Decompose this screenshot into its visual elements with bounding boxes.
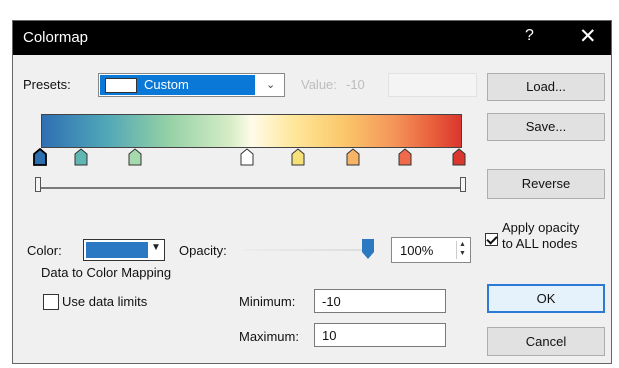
spin-up-icon[interactable]: ▲ [459,241,466,248]
close-icon[interactable]: ✕ [579,24,597,49]
window-title: Colormap [23,29,89,46]
colormap-gradient [41,114,462,148]
apply-opacity-label-line2: to ALL nodes [502,236,578,251]
reverse-button[interactable]: Reverse [487,169,605,199]
maximum-field[interactable]: 10 [314,323,446,347]
preset-swatch [105,78,137,93]
dropdown-arrow-icon: ▼ [151,242,161,253]
value-field [388,73,477,97]
chevron-down-icon[interactable]: ⌄ [266,78,275,91]
range-slider-left-handle[interactable] [35,177,41,192]
opacity-spinner[interactable]: ▲ ▼ [456,241,470,259]
color-node-marker[interactable] [398,148,412,166]
color-node-marker[interactable] [452,148,466,166]
value-text: -10 [346,77,365,92]
opacity-label: Opacity: [179,243,227,258]
minimum-field[interactable]: -10 [314,289,446,313]
apply-opacity-checkbox[interactable] [485,233,498,246]
apply-opacity-label-line1: Apply opacity [502,220,580,235]
opacity-spinbox[interactable]: 100% ▲ ▼ [391,237,471,263]
presets-label: Presets: [23,77,71,92]
color-node-marker[interactable] [240,148,254,166]
ok-button[interactable]: OK [487,284,605,313]
use-data-limits-label: Use data limits [62,294,148,309]
maximum-label: Maximum: [239,329,299,344]
color-label: Color: [27,243,62,258]
spin-down-icon[interactable]: ▼ [459,250,466,257]
value-label: Value: [301,77,337,92]
opacity-value: 100% [400,243,434,258]
load-button[interactable]: Load... [487,73,605,101]
color-node-marker[interactable] [33,148,47,166]
maximum-value: 10 [322,328,337,343]
color-node-marker[interactable] [346,148,360,166]
color-swatch-fill [86,242,148,258]
presets-selected-item: Custom [100,75,255,95]
range-slider-track [39,187,466,189]
opacity-slider-track[interactable] [243,249,373,251]
help-icon[interactable]: ? [525,27,534,45]
color-node-marker[interactable] [74,148,88,166]
colormap-dialog: Colormap ? ✕ Presets: Custom ⌄ Value: -1… [12,20,612,364]
title-bar: Colormap ? ✕ [13,21,611,55]
save-button[interactable]: Save... [487,113,605,141]
presets-dropdown[interactable]: Custom ⌄ [98,73,285,97]
opacity-slider-thumb[interactable] [362,239,374,259]
minimum-value: -10 [322,294,341,309]
cancel-button[interactable]: Cancel [487,327,605,356]
range-slider-right-handle[interactable] [460,177,466,192]
color-node-marker[interactable] [128,148,142,166]
minimum-label: Minimum: [239,294,296,309]
color-node-marker[interactable] [291,148,305,166]
use-data-limits-checkbox[interactable] [43,294,59,310]
mapping-heading: Data to Color Mapping [41,265,172,280]
color-picker[interactable]: ▼ [83,239,165,261]
presets-selected-text: Custom [144,77,189,92]
